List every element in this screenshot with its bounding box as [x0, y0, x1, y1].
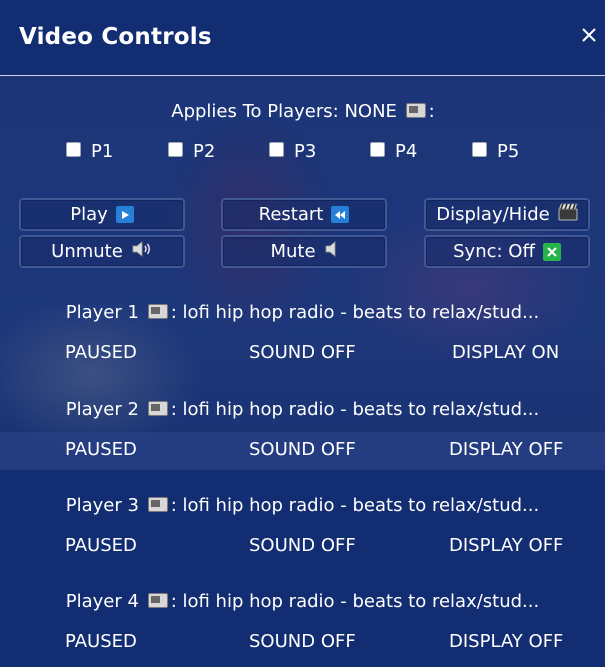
sync-button[interactable]: Sync: Off — [424, 235, 590, 268]
speaker-icon — [324, 240, 338, 263]
checkbox-label: P3 — [294, 141, 317, 162]
x-box-icon — [542, 242, 561, 261]
tv-icon — [147, 304, 168, 319]
unmute-button-label: Unmute — [51, 241, 123, 262]
close-icon[interactable] — [581, 26, 599, 46]
checkbox-box[interactable] — [472, 142, 487, 157]
display-state: DISPLAY OFF — [449, 631, 564, 652]
tv-icon — [147, 593, 168, 608]
rewind-icon — [331, 206, 350, 223]
title-bar: Video Controls — [0, 0, 605, 76]
player-title: Player 3 : lofi hip hop radio - beats to… — [0, 495, 605, 516]
clapperboard-icon — [558, 203, 578, 226]
display-state: DISPLAY OFF — [449, 535, 564, 556]
sound-state: SOUND OFF — [249, 439, 356, 460]
play-button-label: Play — [70, 204, 108, 225]
applies-label: Applies To Players: NONE — [171, 101, 397, 122]
restart-button[interactable]: Restart — [221, 198, 387, 231]
mute-button[interactable]: Mute — [221, 235, 387, 268]
player-video-title: : lofi hip hop radio - beats to relax/st… — [170, 591, 540, 612]
player-label: Player 1 — [65, 302, 139, 323]
player-title: Player 2 : lofi hip hop radio - beats to… — [0, 399, 605, 420]
checkbox-box[interactable] — [269, 142, 284, 157]
sync-button-label: Sync: Off — [453, 241, 535, 262]
display-state: DISPLAY ON — [452, 342, 560, 363]
player-label: Player 2 — [65, 399, 139, 420]
checkbox-label: P5 — [497, 141, 520, 162]
tv-icon — [147, 401, 168, 416]
applies-suffix: : — [428, 101, 435, 122]
speaker-loud-icon — [131, 240, 153, 263]
player-video-title: : lofi hip hop radio - beats to relax/st… — [170, 495, 540, 516]
play-button[interactable]: Play — [19, 198, 185, 231]
checkbox-box[interactable] — [66, 142, 81, 157]
player-label: Player 4 — [65, 591, 139, 612]
checkbox-p5[interactable]: P5 — [472, 141, 519, 162]
player-1-panel: Player 1 : lofi hip hop radio - beats to… — [0, 302, 605, 372]
checkbox-box[interactable] — [168, 142, 183, 157]
applies-to-players: Applies To Players: NONE : — [0, 101, 605, 122]
display-state: DISPLAY OFF — [449, 439, 564, 460]
checkbox-label: P2 — [193, 141, 216, 162]
player-video-title: : lofi hip hop radio - beats to relax/st… — [170, 302, 540, 323]
player-title: Player 4 : lofi hip hop radio - beats to… — [0, 591, 605, 612]
tv-icon — [405, 103, 426, 118]
play-state: PAUSED — [65, 631, 137, 652]
display-hide-button-label: Display/Hide — [436, 204, 550, 225]
unmute-button[interactable]: Unmute — [19, 235, 185, 268]
player-2-panel: Player 2 : lofi hip hop radio - beats to… — [0, 399, 605, 469]
player-title: Player 1 : lofi hip hop radio - beats to… — [0, 302, 605, 323]
sound-state: SOUND OFF — [249, 535, 356, 556]
checkbox-p3[interactable]: P3 — [269, 141, 316, 162]
player-checkboxes: P1 P2 P3 P4 P5 — [0, 141, 605, 165]
checkbox-box[interactable] — [370, 142, 385, 157]
player-3-panel: Player 3 : lofi hip hop radio - beats to… — [0, 495, 605, 565]
checkbox-p2[interactable]: P2 — [168, 141, 215, 162]
checkbox-p1[interactable]: P1 — [66, 141, 113, 162]
player-video-title: : lofi hip hop radio - beats to relax/st… — [170, 399, 540, 420]
sound-state: SOUND OFF — [249, 631, 356, 652]
tv-icon — [147, 497, 168, 512]
play-icon — [115, 206, 134, 223]
checkbox-label: P1 — [91, 141, 114, 162]
player-4-panel: Player 4 : lofi hip hop radio - beats to… — [0, 591, 605, 661]
play-state: PAUSED — [65, 535, 137, 556]
play-state: PAUSED — [65, 439, 137, 460]
sound-state: SOUND OFF — [249, 342, 356, 363]
restart-button-label: Restart — [258, 204, 324, 225]
display-hide-button[interactable]: Display/Hide — [424, 198, 590, 231]
checkbox-label: P4 — [395, 141, 418, 162]
checkbox-p4[interactable]: P4 — [370, 141, 417, 162]
mute-button-label: Mute — [270, 241, 316, 262]
player-label: Player 3 — [65, 495, 139, 516]
window-title: Video Controls — [19, 24, 212, 50]
play-state: PAUSED — [65, 342, 137, 363]
